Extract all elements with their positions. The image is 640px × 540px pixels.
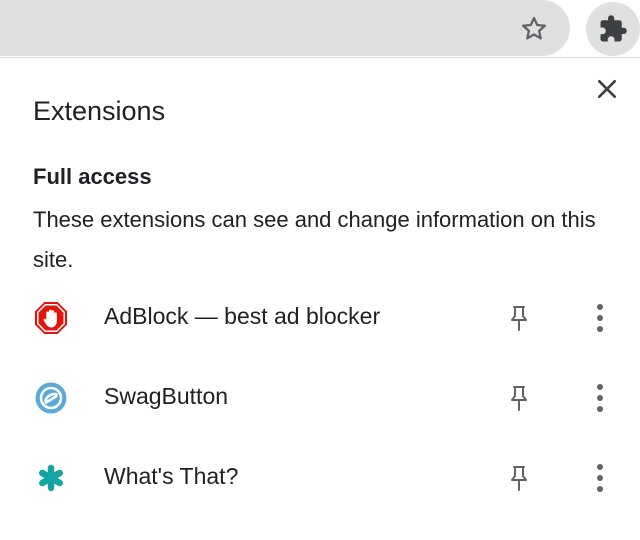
extension-row: AdBlock — best ad blocker xyxy=(0,279,640,359)
more-options-button[interactable] xyxy=(582,299,618,337)
adblock-stop-hand-icon xyxy=(33,300,69,336)
pin-icon xyxy=(511,306,527,331)
close-button[interactable] xyxy=(590,72,624,106)
browser-window: Extensions Full access These extensions … xyxy=(0,0,640,540)
more-options-button[interactable] xyxy=(582,379,618,417)
extension-name-whats-that[interactable]: What's That? xyxy=(104,463,238,490)
close-icon xyxy=(597,79,617,99)
bookmark-star-button[interactable] xyxy=(514,9,554,49)
browser-toolbar xyxy=(0,0,640,58)
pin-icon xyxy=(511,466,527,491)
extension-row: SwagButton xyxy=(0,359,640,439)
section-description: These extensions can see and change info… xyxy=(33,207,596,272)
more-options-button[interactable] xyxy=(582,459,618,497)
more-vert-icon xyxy=(597,384,603,412)
pin-icon xyxy=(511,386,527,411)
extensions-button[interactable] xyxy=(586,2,640,56)
whats-that-asterisk-icon xyxy=(33,460,69,496)
omnibox[interactable] xyxy=(0,0,570,56)
more-vert-icon xyxy=(597,304,603,332)
extension-row: What's That? xyxy=(0,439,640,519)
extensions-popup: Extensions Full access These extensions … xyxy=(0,57,640,540)
extension-name-adblock[interactable]: AdBlock — best ad blocker xyxy=(104,303,380,330)
pin-button[interactable] xyxy=(500,299,538,337)
popup-title: Extensions xyxy=(33,96,166,126)
more-vert-icon xyxy=(597,464,603,492)
extension-list: AdBlock — best ad blocker SwagButton Wha… xyxy=(0,279,640,519)
star-outline-icon xyxy=(522,16,546,40)
swagbutton-icon xyxy=(33,380,69,416)
pin-button[interactable] xyxy=(500,379,538,417)
puzzle-piece-icon xyxy=(600,15,627,42)
section-heading: Full access xyxy=(33,164,152,189)
pin-button[interactable] xyxy=(500,459,538,497)
extension-name-swagbutton[interactable]: SwagButton xyxy=(104,383,228,410)
